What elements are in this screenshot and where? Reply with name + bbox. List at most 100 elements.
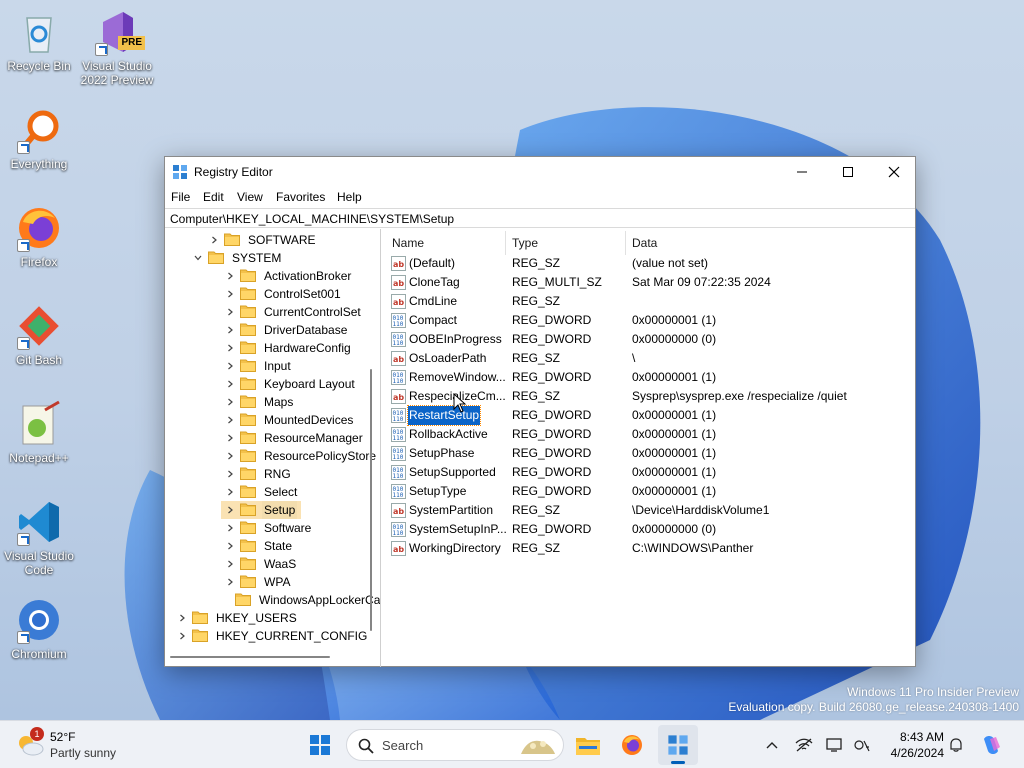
tree-item-label: State <box>264 539 293 553</box>
desktop-icon-vscode[interactable]: Visual Studio Code <box>0 498 78 577</box>
tree-item[interactable]: ResourcePolicyStore <box>225 447 378 465</box>
value-row[interactable]: 010 110 SetupPhase REG_DWORD 0x00000001 (1) <box>385 444 915 463</box>
tree-item[interactable]: Software <box>225 519 313 537</box>
menu-favorites[interactable]: Favorites <box>276 190 325 204</box>
chevron-right-icon[interactable] <box>225 520 235 532</box>
value-row[interactable]: 010 110 SetupSupported REG_DWORD 0x00000001 … <box>385 463 915 482</box>
tree-item[interactable]: MountedDevices <box>225 411 355 429</box>
tree-item[interactable]: DriverDatabase <box>225 321 349 339</box>
tree-item[interactable]: SOFTWARE <box>209 231 318 249</box>
address-path[interactable]: Computer\HKEY_LOCAL_MACHINE\SYSTEM\Setup <box>170 212 454 226</box>
tray-language[interactable] <box>852 735 872 755</box>
desktop-icon-visual-studio-preview[interactable]: PRE Visual Studio 2022 Preview <box>78 8 156 87</box>
chevron-right-icon[interactable] <box>225 268 235 280</box>
desktop-icon-git-bash[interactable]: Git Bash <box>0 302 78 367</box>
show-hidden-icons-button[interactable] <box>762 735 782 755</box>
desktop-icon-notepad-plus-plus[interactable]: Notepad++ <box>0 400 78 465</box>
tray-display[interactable] <box>825 735 845 755</box>
taskbar-search-box[interactable]: Search <box>346 729 564 761</box>
chevron-right-icon[interactable] <box>225 538 235 550</box>
desktop-icon-firefox[interactable]: Firefox <box>0 204 78 269</box>
tree-item[interactable]: Input <box>225 357 293 375</box>
tree-item[interactable]: WaaS <box>225 555 298 573</box>
tree-item[interactable]: HKEY_CURRENT_CONFIG <box>177 627 369 645</box>
svg-text:ab: ab <box>393 260 404 269</box>
menu-edit[interactable]: Edit <box>203 190 224 204</box>
chevron-right-icon[interactable] <box>225 376 235 388</box>
chevron-right-icon[interactable] <box>225 448 235 460</box>
tree-item[interactable]: SYSTEM <box>193 249 283 267</box>
value-row[interactable]: ab CloneTag REG_MULTI_SZ Sat Mar 09 07:22:3… <box>385 273 915 292</box>
chevron-right-icon[interactable] <box>225 502 235 514</box>
chevron-right-icon[interactable] <box>225 286 235 298</box>
menu-view[interactable]: View <box>237 190 263 204</box>
chevron-right-icon[interactable] <box>209 232 219 244</box>
tree-item[interactable]: CurrentControlSet <box>225 303 363 321</box>
value-row[interactable]: 010 110 OOBEInProgress REG_DWORD 0x00000000 … <box>385 330 915 349</box>
system-clock[interactable]: 8:43 AM 4/26/2024 <box>884 729 944 761</box>
tree-item[interactable]: HardwareConfig <box>225 339 353 357</box>
title-bar[interactable]: Registry Editor <box>165 157 915 187</box>
start-button[interactable] <box>300 725 340 765</box>
chevron-right-icon[interactable] <box>177 610 187 622</box>
tree-vertical-scrollbar[interactable] <box>370 369 372 631</box>
value-row[interactable]: 010 110 SetupType REG_DWORD 0x00000001 (1) <box>385 482 915 501</box>
chevron-right-icon[interactable] <box>225 394 235 406</box>
maximize-button[interactable] <box>825 157 871 187</box>
minimize-button[interactable] <box>779 157 825 187</box>
chevron-right-icon[interactable] <box>225 466 235 478</box>
value-row[interactable]: 010 110 Compact REG_DWORD 0x00000001 (1) <box>385 311 915 330</box>
value-row[interactable]: ab (Default) REG_SZ (value not set) <box>385 254 915 273</box>
tree-item[interactable]: ControlSet001 <box>225 285 343 303</box>
tray-network[interactable] <box>794 735 814 755</box>
tree-item[interactable]: Maps <box>225 393 295 411</box>
chevron-right-icon[interactable] <box>225 322 235 334</box>
tree-item[interactable]: Setup <box>221 501 302 519</box>
chevron-right-icon[interactable] <box>225 358 235 370</box>
value-row[interactable]: ab OsLoaderPath REG_SZ \ <box>385 349 915 368</box>
value-row[interactable]: ab CmdLine REG_SZ <box>385 292 915 311</box>
chevron-right-icon[interactable] <box>225 304 235 316</box>
taskbar-firefox[interactable] <box>612 725 652 765</box>
column-header-name[interactable]: Name <box>392 236 424 250</box>
notifications-button[interactable] <box>946 735 966 755</box>
tree-item[interactable]: RNG <box>225 465 293 483</box>
chevron-right-icon[interactable] <box>177 628 187 640</box>
desktop-icon-everything[interactable]: Everything <box>0 106 78 171</box>
chevron-right-icon[interactable] <box>225 574 235 586</box>
menu-help[interactable]: Help <box>337 190 362 204</box>
menu-file[interactable]: File <box>171 190 190 204</box>
copilot-button[interactable] <box>980 733 1004 757</box>
taskbar-file-explorer[interactable] <box>568 725 608 765</box>
close-button[interactable] <box>871 157 917 187</box>
column-header-data[interactable]: Data <box>632 236 657 250</box>
chevron-right-icon[interactable] <box>225 484 235 496</box>
value-row[interactable]: ab SystemPartition REG_SZ \Device\HarddiskV… <box>385 501 915 520</box>
tree-item[interactable]: ActivationBroker <box>225 267 353 285</box>
chevron-right-icon[interactable] <box>225 340 235 352</box>
taskbar-registry-editor[interactable] <box>658 725 698 765</box>
tree-item[interactable]: WindowsAppLockerCac <box>235 591 380 609</box>
value-row[interactable]: 010 110 SystemSetupInP... REG_DWORD 0x000000… <box>385 520 915 539</box>
tree-item[interactable]: Keyboard Layout <box>225 375 357 393</box>
value-row[interactable]: 010 110 RollbackActive REG_DWORD 0x00000001 … <box>385 425 915 444</box>
value-row[interactable]: ab WorkingDirectory REG_SZ C:\WINDOWS\Panth… <box>385 539 915 558</box>
desktop-icon-chromium[interactable]: Chromium <box>0 596 78 661</box>
address-bar[interactable]: Computer\HKEY_LOCAL_MACHINE\SYSTEM\Setup <box>165 208 915 228</box>
tree-item[interactable]: WPA <box>225 573 292 591</box>
tree-horizontal-scrollbar[interactable] <box>170 656 330 658</box>
column-header-type[interactable]: Type <box>512 236 538 250</box>
desktop-icon-recycle-bin[interactable]: Recycle Bin <box>0 8 78 73</box>
tree-item[interactable]: HKEY_USERS <box>177 609 299 627</box>
tree-item[interactable]: Select <box>225 483 299 501</box>
weather-widget[interactable]: 1 52°F Partly sunny <box>14 727 154 763</box>
chevron-right-icon[interactable] <box>225 430 235 442</box>
chevron-right-icon[interactable] <box>225 556 235 568</box>
tree-item[interactable]: State <box>225 537 294 555</box>
column-divider[interactable] <box>625 231 626 255</box>
column-divider[interactable] <box>505 231 506 255</box>
chevron-down-icon[interactable] <box>193 250 203 261</box>
value-row[interactable]: 010 110 RemoveWindow... REG_DWORD 0x00000001… <box>385 368 915 387</box>
tree-item[interactable]: ResourceManager <box>225 429 365 447</box>
chevron-right-icon[interactable] <box>225 412 235 424</box>
